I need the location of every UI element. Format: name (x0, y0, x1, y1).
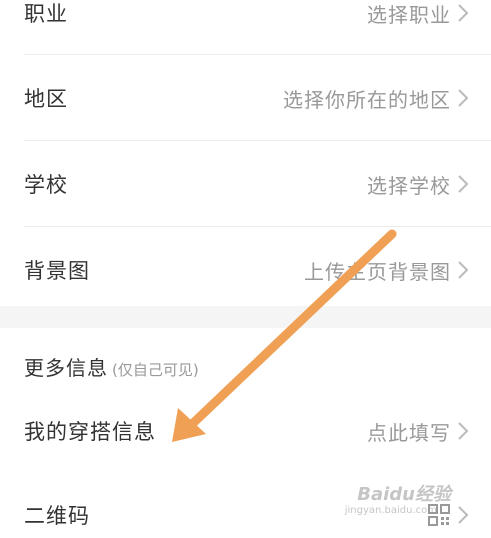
section-title-more-info: 更多信息 (仅自己可见) (24, 352, 199, 386)
row-qrcode-label: 二维码 (24, 504, 90, 528)
row-occupation-label: 职业 (24, 2, 68, 26)
profile-edit-screen: 职业 选择职业 地区 选择你所在的地区 学校 选择学校 背景图 上传主页背景图 (0, 0, 491, 538)
row-background-value: 上传主页背景图 (304, 259, 451, 284)
row-region-label: 地区 (24, 87, 68, 111)
row-background[interactable]: 背景图 上传主页背景图 (0, 227, 491, 313)
watermark-url: jingyan.baidu.com (344, 505, 437, 516)
row-occupation-right: 选择职业 (367, 0, 469, 28)
section-title-note: (仅自己可见) (112, 361, 199, 379)
chevron-right-icon (458, 4, 469, 22)
row-background-label: 背景图 (24, 259, 90, 283)
row-outfit-label: 我的穿搭信息 (24, 420, 156, 444)
row-background-right: 上传主页背景图 (304, 256, 469, 285)
row-school-value: 选择学校 (367, 173, 451, 198)
row-region[interactable]: 地区 选择你所在的地区 (0, 55, 491, 141)
chevron-right-icon (458, 175, 469, 193)
chevron-right-icon (458, 89, 469, 107)
chevron-right-icon (458, 422, 469, 440)
row-school-right: 选择学校 (367, 170, 469, 199)
section-gap (0, 306, 491, 328)
watermark-logo: Baidu经验 (357, 484, 451, 505)
row-occupation[interactable]: 职业 选择职业 (0, 0, 491, 56)
section-title-text: 更多信息 (24, 356, 108, 380)
row-region-right: 选择你所在的地区 (283, 84, 469, 113)
row-outfit-value: 点此填写 (367, 420, 451, 445)
row-outfit-right: 点此填写 (367, 417, 469, 446)
row-region-value: 选择你所在的地区 (283, 87, 451, 112)
row-school-label: 学校 (24, 173, 68, 197)
chevron-right-icon (458, 261, 469, 279)
chevron-right-icon (458, 506, 469, 524)
row-outfit-info[interactable]: 我的穿搭信息 点此填写 (0, 388, 491, 474)
row-school[interactable]: 学校 选择学校 (0, 141, 491, 227)
row-occupation-value: 选择职业 (367, 2, 451, 27)
